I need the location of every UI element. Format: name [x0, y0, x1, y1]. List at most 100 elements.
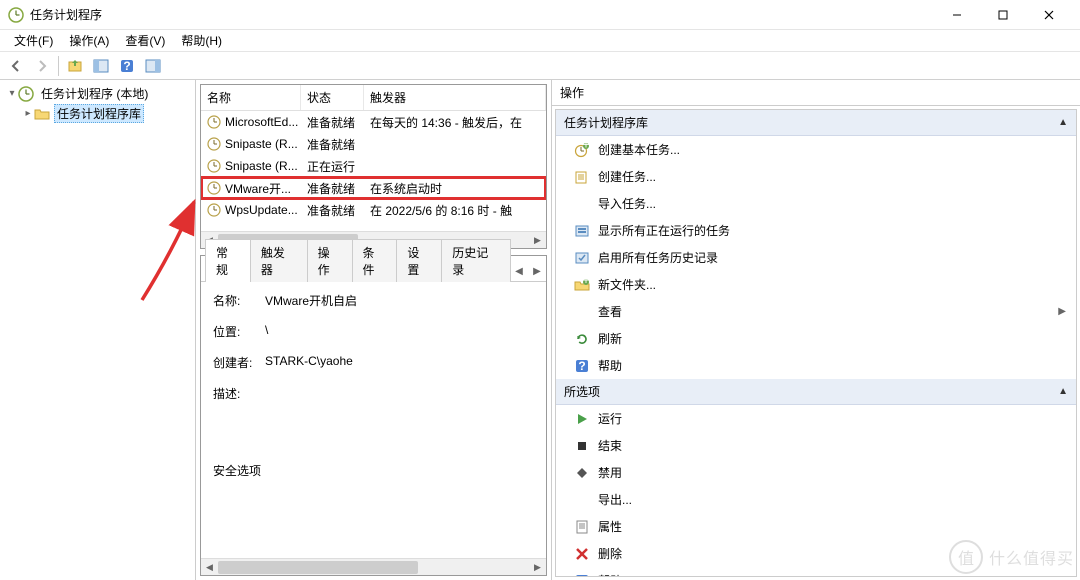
task-name: MicrosoftEd... [225, 115, 298, 129]
scroll-left-icon[interactable]: ◀ [201, 559, 218, 575]
tree-twisty-icon[interactable]: ▸ [22, 108, 34, 119]
refresh-icon [574, 331, 590, 347]
window-title: 任务计划程序 [30, 6, 934, 23]
toolbar-separator [58, 56, 59, 76]
show-hide-tree-button[interactable] [89, 54, 113, 78]
task-trigger: 在 2022/5/6 的 8:16 时 - 触 [364, 200, 546, 221]
task-row[interactable]: Snipaste (R...正在运行 [201, 155, 546, 177]
task-status: 准备就绪 [301, 178, 364, 199]
tab-settings[interactable]: 设置 [396, 239, 442, 282]
task-list: 名称 状态 触发器 MicrosoftEd...准备就绪在每天的 14:36 -… [200, 84, 547, 249]
value-location: \ [265, 323, 534, 340]
clock-icon [207, 181, 221, 195]
details-tabs: 常规 触发器 操作 条件 设置 历史记录 ◀ ▶ [201, 256, 546, 282]
task-name: Snipaste (R... [225, 159, 298, 173]
label-description: 描述: [213, 385, 265, 402]
tree-root[interactable]: ▾ 任务计划程序 (本地) [2, 84, 193, 103]
tree-twisty-icon[interactable]: ▾ [6, 88, 18, 99]
actions-group-library[interactable]: 任务计划程序库 ▲ [556, 110, 1076, 136]
help-button[interactable]: ? [115, 54, 139, 78]
col-header-trigger[interactable]: 触发器 [364, 85, 546, 110]
action-item-label: 禁用 [598, 464, 622, 481]
action-item[interactable]: 查看▶ [556, 298, 1076, 325]
action-item[interactable]: +创建基本任务... [556, 136, 1076, 163]
collapse-icon[interactable]: ▲ [1058, 386, 1068, 397]
action-item[interactable]: +新文件夹... [556, 271, 1076, 298]
action-item[interactable]: ?帮助 [556, 567, 1076, 577]
new-task-icon [574, 169, 590, 185]
back-button[interactable] [4, 54, 28, 78]
action-item[interactable]: 属性 [556, 513, 1076, 540]
scroll-right-icon[interactable]: ▶ [529, 559, 546, 575]
action-item-label: 创建任务... [598, 168, 656, 185]
menu-file[interactable]: 文件(F) [6, 30, 61, 51]
task-trigger: 在系统启动时 [364, 178, 546, 199]
col-header-name[interactable]: 名称 [201, 85, 301, 110]
forward-button[interactable] [30, 54, 54, 78]
action-item[interactable]: ?帮助 [556, 352, 1076, 379]
action-item[interactable]: 删除 [556, 540, 1076, 567]
task-row[interactable]: MicrosoftEd...准备就绪在每天的 14:36 - 触发后，在 [201, 111, 546, 133]
none-icon [574, 492, 590, 508]
svg-text:?: ? [123, 59, 130, 73]
menu-action[interactable]: 操作(A) [61, 30, 117, 51]
menu-view[interactable]: 查看(V) [117, 30, 173, 51]
tab-scroll-left-icon[interactable]: ◀ [510, 262, 528, 281]
help-icon: ? [574, 573, 590, 578]
clock-icon [207, 115, 221, 129]
action-item-label: 查看 [598, 303, 622, 320]
task-row[interactable]: Snipaste (R...准备就绪 [201, 133, 546, 155]
actions-scroll: 任务计划程序库 ▲ +创建基本任务... 创建任务... 导入任务... 显示所有正在… [555, 109, 1077, 577]
list-header: 名称 状态 触发器 [201, 85, 546, 111]
task-name: VMware开... [225, 180, 291, 197]
task-list-body: MicrosoftEd...准备就绪在每天的 14:36 - 触发后，在Snip… [201, 111, 546, 231]
action-item-label: 新文件夹... [598, 276, 656, 293]
show-hide-action-button[interactable] [141, 54, 165, 78]
tab-history[interactable]: 历史记录 [441, 239, 511, 282]
new-basic-icon: + [574, 142, 590, 158]
tab-conditions[interactable]: 条件 [352, 239, 398, 282]
action-item[interactable]: 禁用 [556, 459, 1076, 486]
action-item[interactable]: 显示所有正在运行的任务 [556, 217, 1076, 244]
action-item[interactable]: 创建任务... [556, 163, 1076, 190]
action-item[interactable]: 导入任务... [556, 190, 1076, 217]
scroll-right-icon[interactable]: ▶ [529, 232, 546, 249]
tab-actions[interactable]: 操作 [307, 239, 353, 282]
details-horizontal-scrollbar[interactable]: ◀ ▶ [201, 558, 546, 575]
value-name: VMware开机自启 [265, 292, 534, 309]
action-item[interactable]: 结束 [556, 432, 1076, 459]
action-item-label: 显示所有正在运行的任务 [598, 222, 730, 239]
task-name: Snipaste (R... [225, 137, 298, 151]
actions-panel: 操作 任务计划程序库 ▲ +创建基本任务...创建任务...导入任务...显示所… [552, 80, 1080, 580]
action-item[interactable]: 导出... [556, 486, 1076, 513]
action-item[interactable]: 启用所有任务历史记录 [556, 244, 1076, 271]
task-row[interactable]: WpsUpdate...准备就绪在 2022/5/6 的 8:16 时 - 触 [201, 199, 546, 221]
app-icon [8, 7, 24, 23]
tab-triggers[interactable]: 触发器 [250, 239, 308, 282]
collapse-icon[interactable]: ▲ [1058, 117, 1068, 128]
clock-icon [207, 159, 221, 173]
tree-library[interactable]: ▸ 任务计划程序库 [18, 103, 193, 124]
action-item-label: 刷新 [598, 330, 622, 347]
col-header-status[interactable]: 状态 [301, 85, 364, 110]
minimize-button[interactable] [934, 0, 980, 30]
action-item[interactable]: 刷新 [556, 325, 1076, 352]
tab-scroll-right-icon[interactable]: ▶ [528, 262, 546, 281]
menu-help[interactable]: 帮助(H) [173, 30, 230, 51]
task-status: 准备就绪 [301, 200, 364, 221]
close-button[interactable] [1026, 0, 1072, 30]
up-button[interactable] [63, 54, 87, 78]
action-item-label: 运行 [598, 410, 622, 427]
clock-icon [207, 203, 221, 217]
action-item[interactable]: 运行 [556, 405, 1076, 432]
label-author: 创建者: [213, 354, 265, 371]
actions-group-selected[interactable]: 所选项 ▲ [556, 379, 1076, 405]
delete-icon [574, 546, 590, 562]
task-row[interactable]: VMware开... 准备就绪在系统启动时 [201, 177, 546, 199]
scroll-thumb[interactable] [218, 561, 418, 574]
action-item-label: 启用所有任务历史记录 [598, 249, 718, 266]
tab-general[interactable]: 常规 [205, 239, 251, 282]
maximize-button[interactable] [980, 0, 1026, 30]
toolbar: ? [0, 52, 1080, 80]
task-status: 准备就绪 [301, 134, 364, 155]
